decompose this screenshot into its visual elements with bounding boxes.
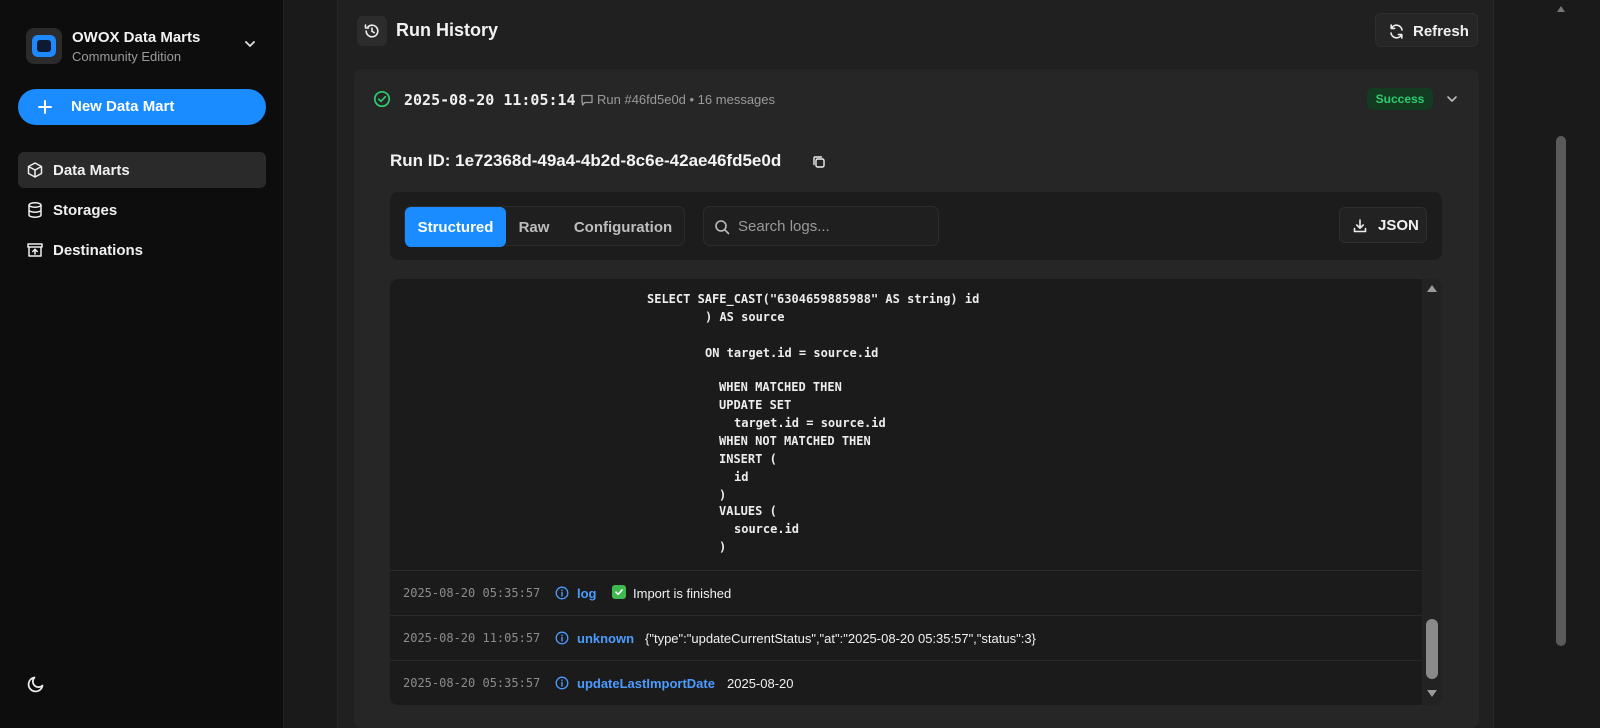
code-line: WHEN MATCHED THEN bbox=[719, 380, 842, 394]
brand-subtitle: Community Edition bbox=[72, 49, 182, 64]
code-line: ) bbox=[719, 540, 727, 554]
log-message: Import is finished bbox=[633, 586, 732, 601]
refresh-button[interactable]: Refresh bbox=[1375, 13, 1478, 47]
code-line: WHEN NOT MATCHED THEN bbox=[719, 434, 871, 448]
moon-icon[interactable] bbox=[27, 673, 47, 693]
log-row[interactable]: 2025-08-20 05:35:57 log Import is finish… bbox=[390, 570, 1422, 615]
code-line: id bbox=[734, 470, 749, 484]
log-scrollbar[interactable] bbox=[1422, 279, 1442, 705]
new-data-mart-button[interactable]: New Data Mart bbox=[18, 89, 266, 125]
check-circle-icon bbox=[373, 90, 391, 108]
tab-raw[interactable]: Raw bbox=[506, 207, 562, 247]
checkbox-checked-icon bbox=[612, 585, 626, 599]
database-icon bbox=[28, 202, 42, 218]
tab-structured[interactable]: Structured bbox=[405, 207, 506, 247]
page-title: Run History bbox=[396, 20, 499, 40]
code-line: ) AS source bbox=[705, 310, 785, 324]
refresh-icon bbox=[1390, 24, 1403, 39]
sidebar: OWOX Data Marts Community Edition New Da… bbox=[0, 0, 284, 728]
workspace-switcher[interactable]: OWOX Data Marts Community Edition bbox=[26, 26, 266, 66]
copy-icon[interactable] bbox=[811, 154, 827, 170]
search-input[interactable] bbox=[738, 207, 934, 245]
log-timestamp: 2025-08-20 05:35:57 bbox=[403, 586, 541, 600]
code-line: INSERT ( bbox=[719, 452, 777, 466]
log-toolbar: Structured Raw Configuration Search logs… bbox=[390, 192, 1442, 260]
log-timestamp: 2025-08-20 05:35:57 bbox=[403, 676, 541, 690]
download-icon bbox=[1353, 219, 1367, 233]
search-icon bbox=[715, 220, 730, 235]
owox-logo-icon bbox=[26, 28, 62, 64]
log-timestamp: 2025-08-20 11:05:57 bbox=[403, 631, 541, 645]
code-line: ON target.id = source.id bbox=[705, 346, 879, 360]
scroll-down-icon[interactable] bbox=[1426, 689, 1438, 699]
run-summary-row[interactable]: 2025-08-20 11:05:14 Run #46fd5e0d • 16 m… bbox=[354, 69, 1479, 129]
brand-title: OWOX Data Marts bbox=[72, 29, 201, 46]
sidebar-item-label: Storages bbox=[53, 202, 118, 219]
message-icon bbox=[581, 94, 593, 106]
info-icon bbox=[555, 586, 569, 600]
log-message: 2025-08-20 bbox=[727, 676, 794, 691]
tab-configuration[interactable]: Configuration bbox=[562, 207, 684, 247]
json-label: JSON bbox=[1378, 217, 1419, 234]
run-meta: Run #46fd5e0d • 16 messages bbox=[597, 92, 776, 107]
log-list: SELECT SAFE_CAST("6304659885988" AS stri… bbox=[390, 279, 1442, 705]
log-row[interactable]: 2025-08-20 11:05:57 unknown {"type":"upd… bbox=[390, 615, 1422, 660]
run-history-panel: Run History Refresh 2025-08-20 11:05:14 bbox=[337, 0, 1494, 728]
log-row[interactable]: 2025-08-20 05:35:57 updateLastImportDate… bbox=[390, 660, 1422, 705]
download-json-button[interactable]: JSON bbox=[1339, 207, 1427, 243]
scroll-up-icon[interactable] bbox=[1557, 6, 1565, 12]
sidebar-item-label: Destinations bbox=[53, 242, 144, 259]
new-data-mart-label: New Data Mart bbox=[71, 98, 175, 115]
sidebar-item-destinations[interactable]: Destinations bbox=[18, 232, 266, 268]
code-line: source.id bbox=[734, 522, 800, 536]
log-message: {"type":"updateCurrentStatus","at":"2025… bbox=[645, 631, 1036, 646]
info-icon bbox=[555, 631, 569, 645]
history-icon bbox=[357, 16, 387, 46]
log-type: log bbox=[577, 586, 597, 601]
sql-code-block: SELECT SAFE_CAST("6304659885988" AS stri… bbox=[390, 279, 1422, 571]
main-content: Run History Refresh 2025-08-20 11:05:14 bbox=[285, 0, 1600, 728]
code-line: target.id = source.id bbox=[734, 416, 886, 430]
sidebar-item-storages[interactable]: Storages bbox=[18, 192, 266, 228]
destination-icon bbox=[27, 243, 43, 257]
scroll-thumb[interactable] bbox=[1426, 619, 1438, 679]
log-view-tabs: Structured Raw Configuration bbox=[404, 206, 685, 247]
sidebar-item-label: Data Marts bbox=[53, 162, 130, 179]
code-line: SELECT SAFE_CAST("6304659885988" AS stri… bbox=[647, 292, 980, 306]
cube-icon bbox=[27, 162, 43, 178]
scroll-up-icon[interactable] bbox=[1426, 283, 1438, 293]
run-id: Run ID: 1e72368d-49a4-4b2d-8c6e-42ae46fd… bbox=[390, 151, 782, 170]
run-timestamp: 2025-08-20 11:05:14 bbox=[404, 91, 576, 109]
info-icon bbox=[555, 676, 569, 690]
app-window: OWOX Data Marts Community Edition New Da… bbox=[0, 0, 1600, 728]
plus-icon bbox=[38, 100, 52, 114]
status-badge: Success bbox=[1367, 88, 1433, 110]
sidebar-item-data-marts[interactable]: Data Marts bbox=[18, 152, 266, 188]
log-type: unknown bbox=[577, 631, 635, 646]
log-type: updateLastImportDate bbox=[577, 676, 715, 691]
page-scroll-thumb[interactable] bbox=[1556, 136, 1566, 646]
log-search bbox=[703, 206, 939, 246]
code-line: VALUES ( bbox=[719, 504, 777, 518]
chevron-down-icon[interactable] bbox=[242, 36, 258, 52]
run-card: 2025-08-20 11:05:14 Run #46fd5e0d • 16 m… bbox=[354, 69, 1479, 728]
run-id-row: Run ID: 1e72368d-49a4-4b2d-8c6e-42ae46fd… bbox=[390, 151, 825, 175]
refresh-label: Refresh bbox=[1413, 23, 1469, 40]
chevron-down-icon[interactable] bbox=[1444, 91, 1460, 107]
code-line: UPDATE SET bbox=[719, 398, 792, 412]
code-line: ) bbox=[719, 488, 727, 502]
